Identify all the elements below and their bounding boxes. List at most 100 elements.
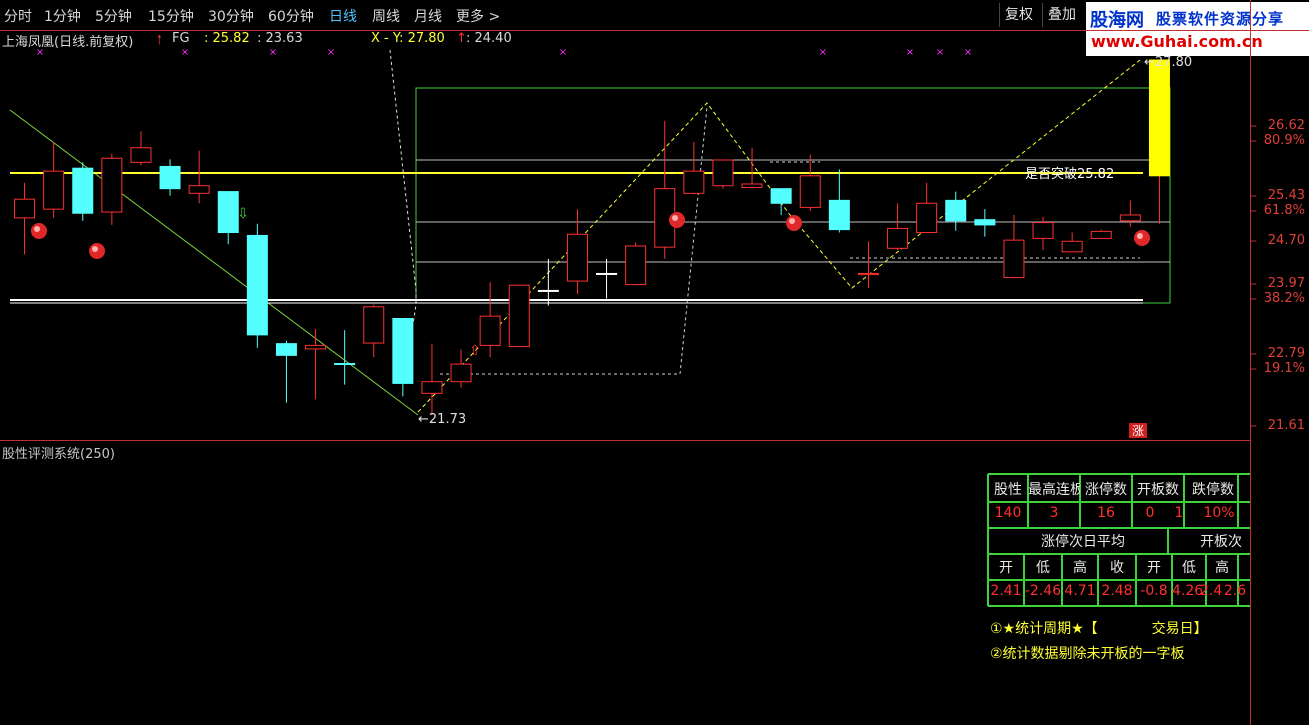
candle-body xyxy=(1090,230,1112,239)
candle-body xyxy=(1061,240,1083,253)
candle-body xyxy=(392,318,414,384)
subpanel-title: 股性评测系统(250) xyxy=(2,447,115,462)
candle xyxy=(654,120,676,259)
candle xyxy=(363,304,385,358)
axis-label: 61.8% xyxy=(1263,203,1305,218)
candle xyxy=(916,182,938,234)
candle-body xyxy=(683,170,705,194)
candle-body xyxy=(916,202,938,234)
candle-body xyxy=(857,272,879,276)
candle xyxy=(334,330,356,385)
candle-body xyxy=(741,183,763,188)
candle xyxy=(596,258,618,299)
stats-avg-value: 2.41 xyxy=(990,583,1022,599)
candle xyxy=(392,318,414,397)
stats-column-label: 低 xyxy=(1182,560,1196,576)
candle-body xyxy=(479,315,501,346)
candle xyxy=(887,203,909,251)
note-period-suffix: 交易日】 xyxy=(1151,621,1208,637)
candle-body xyxy=(450,363,472,383)
candle-body xyxy=(305,344,327,350)
stats-header-cell: 开板数 xyxy=(1137,482,1179,498)
candle-body xyxy=(217,191,239,234)
candle xyxy=(857,241,879,289)
candle-body xyxy=(130,147,152,163)
candle-body xyxy=(828,199,850,231)
axis-label: 25.43 xyxy=(1267,188,1305,203)
candle-body xyxy=(770,188,792,204)
candle xyxy=(305,329,327,400)
stats-header-cell: 股性 xyxy=(994,482,1022,498)
stats-avg-value: 2.4 xyxy=(1200,583,1222,599)
candle-body xyxy=(974,219,996,226)
candle-body xyxy=(712,159,734,187)
candle xyxy=(828,169,850,233)
signal-ball-highlight xyxy=(789,218,795,224)
stats-column-label: 低 xyxy=(1036,560,1050,576)
up-arrow-icon: ⇧ xyxy=(469,343,481,359)
note-exclusion: ②统计数据剔除未开板的一字板 xyxy=(990,646,1185,662)
candle-body xyxy=(625,245,647,286)
candle xyxy=(450,349,472,388)
candle xyxy=(1148,59,1170,224)
candle xyxy=(246,223,268,348)
stats-value-cell: 16 xyxy=(1097,505,1115,521)
candle-body xyxy=(421,381,443,394)
stats-avg-value: 2.6 xyxy=(1223,583,1247,599)
candle-body xyxy=(1003,239,1025,279)
low-price-label: ←21.73 xyxy=(418,412,466,427)
stats-value-cell: 3 xyxy=(1049,505,1059,521)
signal-marker: × xyxy=(906,47,914,58)
candle xyxy=(1003,214,1025,279)
high-price-label: ←27.80 xyxy=(1144,55,1192,70)
candle-body xyxy=(1032,222,1054,239)
candlestick-chart: × × × × × × × × × ⇩ ⇧ ←21.73 ←27.80 是否突破25.82 涨 xyxy=(0,0,1309,725)
candle-body xyxy=(334,363,356,366)
stats-avg-value: -0.8 xyxy=(1140,583,1168,599)
signal-marker: × xyxy=(269,47,277,58)
candle xyxy=(537,258,559,306)
axis-label: 38.2% xyxy=(1263,291,1305,306)
stats-table: 股性 最高连板 涨停数 开板数 跌停数 140 3 16 0 1 10% 涨停次日平均 开板次开 低 高 收 开… xyxy=(988,474,1250,608)
stats-avg-value: 2.48 xyxy=(1101,583,1133,599)
signal-ball-highlight xyxy=(672,215,678,221)
axis-label: 21.61 xyxy=(1267,418,1305,433)
candle-body xyxy=(945,199,967,222)
signal-marker: × xyxy=(559,47,567,58)
signal-marker: × xyxy=(964,47,972,58)
candle xyxy=(159,159,181,196)
signal-marker: × xyxy=(819,47,827,58)
candle-body xyxy=(14,198,36,219)
candle-body xyxy=(1148,59,1170,177)
stats-column-label: 高 xyxy=(1215,560,1229,576)
candle-body xyxy=(799,175,821,208)
note-period: ①★统计周期★【 交易日】 xyxy=(990,618,1208,638)
candle xyxy=(508,284,530,348)
candle xyxy=(479,282,501,358)
candle-body xyxy=(188,185,210,194)
candle xyxy=(14,182,36,255)
axis-label: 26.62 xyxy=(1267,118,1305,133)
candle xyxy=(799,154,821,211)
candle-body xyxy=(1119,214,1141,222)
candle-body xyxy=(537,289,559,292)
signal-marker: × xyxy=(327,47,335,58)
stats-avg-value: -2.46 xyxy=(1024,583,1062,599)
stats-header-cell: 涨停数 xyxy=(1085,482,1127,498)
stats-header-cell: 最高连板 xyxy=(1028,482,1080,498)
axis-label: 24.70 xyxy=(1267,233,1305,248)
candle-body xyxy=(43,170,65,210)
signal-ball-highlight xyxy=(92,246,98,252)
breakout-label: 是否突破25.82 xyxy=(1025,166,1114,182)
candle xyxy=(1090,229,1112,239)
axis-label: 80.9% xyxy=(1263,133,1305,148)
stats-column-label: 开 xyxy=(999,560,1013,576)
candle xyxy=(217,191,239,245)
candle-body xyxy=(596,272,618,275)
axis-label: 22.79 xyxy=(1267,346,1305,361)
axis-label: 19.1% xyxy=(1263,361,1305,376)
note-period-text: ①★统计周期★【 xyxy=(990,621,1098,637)
axis-label: 23.97 xyxy=(1267,276,1305,291)
signal-ball-highlight xyxy=(34,226,40,232)
stats-value-cell: 10% xyxy=(1203,505,1235,521)
